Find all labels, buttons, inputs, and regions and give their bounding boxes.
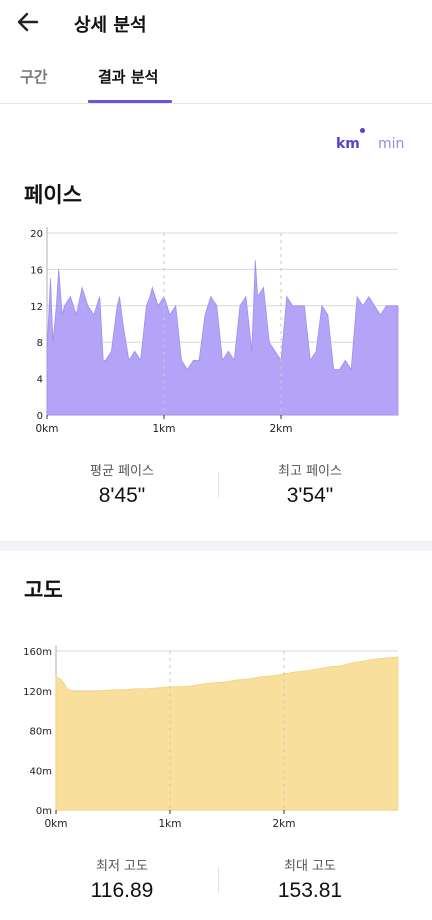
tab-result-analysis[interactable]: 결과 분석 (98, 66, 158, 87)
y-tick-label: 20 (30, 229, 43, 240)
unit-min-option[interactable]: min (378, 136, 404, 152)
section-separator (0, 541, 432, 551)
top-app-bar: 상세 분석 (0, 0, 432, 48)
min-elevation-value: 116.89 (90, 879, 154, 902)
y-tick-label: 160m (23, 647, 52, 658)
page-title: 상세 분석 (74, 15, 147, 36)
elevation-section-title: 고도 (24, 578, 63, 602)
x-tick-label: 2km (270, 423, 293, 435)
x-tick-label: 0km (45, 818, 68, 830)
max-elevation-label: 최대 고도 (284, 859, 336, 874)
avg-pace-label: 평균 페이스 (90, 464, 154, 479)
elevation-chart: 0m 40m 80m 120m 160m 0km 1km 2km (23, 645, 399, 830)
y-tick-label: 12 (30, 302, 43, 313)
best-pace-value: 3'54" (286, 484, 334, 507)
tab-bar: 구간 결과 분석 (0, 56, 432, 104)
y-tick-label: 0 (37, 411, 43, 422)
best-pace-label: 최고 페이스 (278, 464, 342, 479)
tab-segments[interactable]: 구간 (20, 66, 48, 87)
x-tick-label: 0km (36, 423, 59, 435)
x-tick-label: 2km (273, 818, 296, 830)
x-tick-label: 1km (153, 423, 176, 435)
unit-km-option[interactable]: km (336, 136, 360, 152)
y-tick-label: 4 (37, 375, 43, 386)
y-tick-label: 0m (36, 806, 52, 817)
pace-chart: 0 4 8 12 16 20 0km 1km 2km (30, 227, 399, 435)
avg-pace-value: 8'45" (98, 484, 146, 507)
pace-section-title: 페이스 (24, 183, 82, 207)
y-tick-label: 40m (30, 766, 52, 777)
y-tick-label: 16 (30, 265, 43, 276)
active-tab-indicator (88, 100, 172, 103)
y-tick-label: 8 (37, 338, 43, 349)
series-area (55, 656, 399, 811)
stat-divider (218, 867, 219, 893)
max-elevation-value: 153.81 (277, 879, 343, 902)
x-tick-label: 1km (159, 818, 182, 830)
back-arrow-icon[interactable] (14, 8, 42, 36)
y-tick-label: 80m (30, 727, 52, 738)
selected-unit-dot (360, 128, 365, 133)
series-area (46, 260, 399, 416)
stat-divider (218, 472, 219, 498)
min-elevation-label: 최저 고도 (96, 859, 148, 874)
y-tick-label: 120m (23, 687, 52, 698)
